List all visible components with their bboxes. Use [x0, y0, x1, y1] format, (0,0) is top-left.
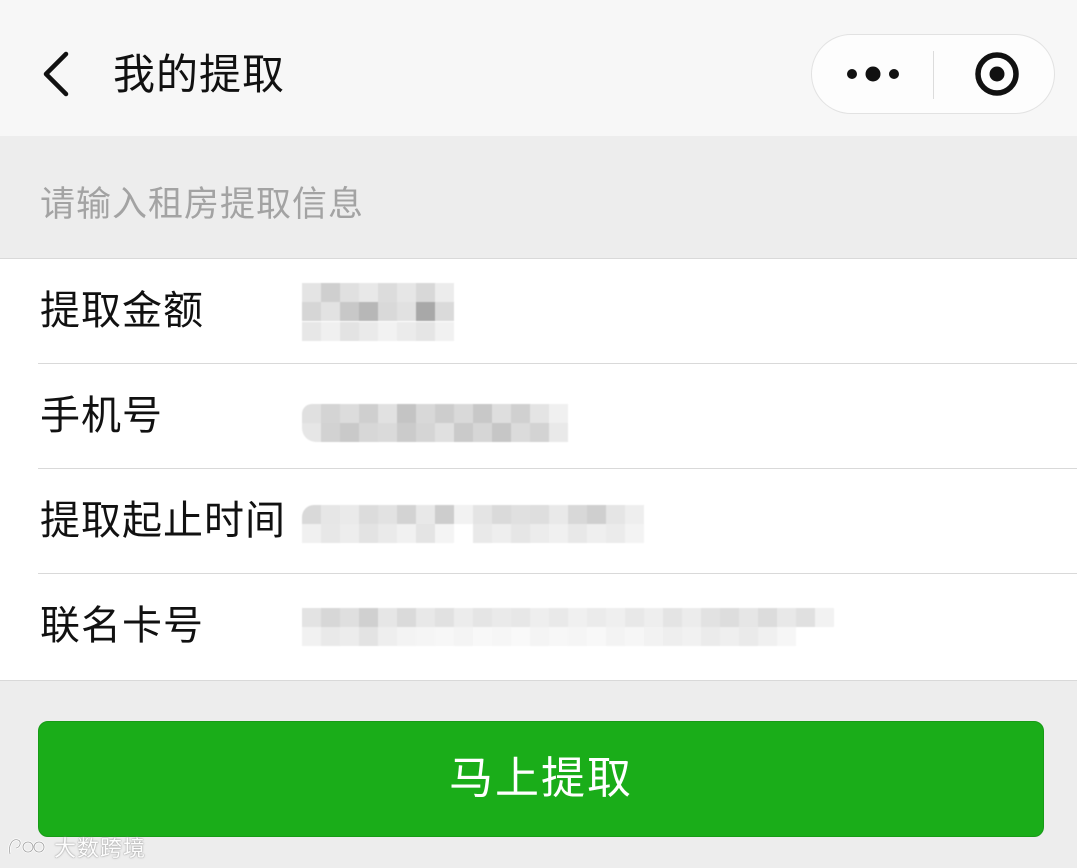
- mini-program-capsule: [811, 34, 1055, 114]
- back-button[interactable]: [28, 44, 88, 104]
- field-label-amount: 提取金额: [40, 288, 204, 334]
- close-mini-program-button[interactable]: [934, 35, 1054, 113]
- withdrawal-form: 提取金额 手机号 提取起止时间 联名卡号: [0, 258, 1077, 681]
- form-row-amount: 提取金额: [0, 259, 1077, 364]
- target-close-icon: [975, 52, 1019, 96]
- watermark-text: 大数跨境: [54, 837, 147, 862]
- navigation-bar: 我的提取: [0, 0, 1077, 136]
- pixelated-value: [302, 404, 568, 442]
- form-row-phone: 手机号: [0, 364, 1077, 469]
- phone-input[interactable]: [302, 388, 582, 446]
- more-options-button[interactable]: [812, 35, 933, 113]
- field-label-phone: 手机号: [40, 393, 163, 439]
- page-title: 我的提取: [113, 50, 286, 99]
- period-input[interactable]: [302, 493, 662, 551]
- form-row-card: 联名卡号: [0, 574, 1077, 679]
- chevron-left-icon: [43, 51, 69, 97]
- watermark-logo-icon: [8, 838, 46, 855]
- amount-input[interactable]: [302, 283, 462, 341]
- watermark: 大数跨境: [6, 832, 146, 862]
- field-label-period: 提取起止时间: [40, 498, 286, 544]
- section-hint: 请输入租房提取信息: [40, 185, 365, 225]
- withdraw-now-button[interactable]: 马上提取: [38, 721, 1044, 837]
- field-label-card: 联名卡号: [40, 603, 204, 649]
- form-row-period: 提取起止时间: [0, 469, 1077, 574]
- more-dots-icon: [847, 66, 899, 82]
- pixelated-value: [302, 608, 834, 646]
- card-number-input[interactable]: [302, 598, 842, 656]
- app-root: 我的提取 请输入租房提取信息 提取金额 手机号 提取起止时间 联名卡号 马上提取…: [0, 0, 1077, 868]
- pixelated-value: [302, 283, 454, 341]
- pixelated-value: [302, 505, 644, 543]
